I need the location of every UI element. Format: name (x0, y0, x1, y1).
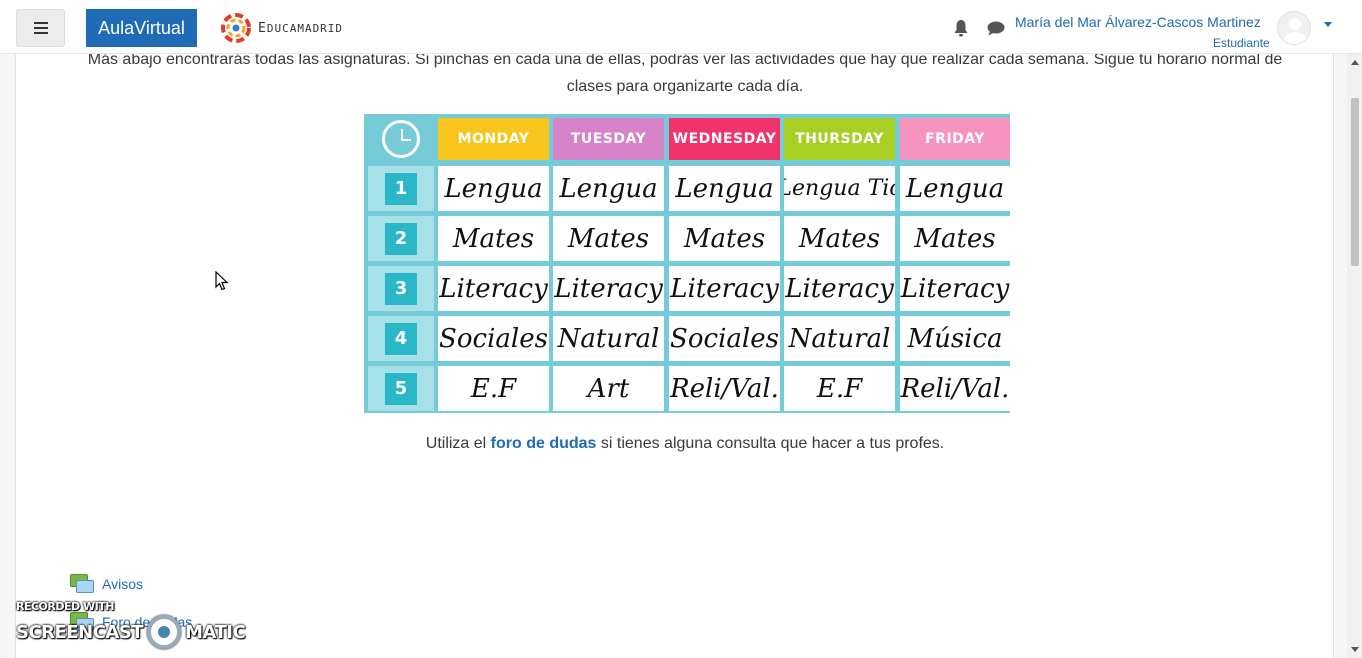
educamadrid-logo[interactable]: EDUCAMADRID (220, 12, 343, 44)
timetable-period: 4 (368, 316, 434, 361)
timetable-day-header: FRIDAY (900, 118, 1010, 160)
timetable-subject: Reli/Val. (900, 366, 1010, 411)
period-number: 2 (385, 222, 417, 255)
screencast-watermark: RECORDED WITH SCREENCAST MATIC (16, 600, 246, 649)
timetable-subject: Lengua (553, 166, 664, 211)
scroll-up-icon[interactable] (1351, 60, 1359, 65)
drawer-toggle-button[interactable] (16, 9, 65, 47)
bell-icon[interactable] (953, 19, 969, 37)
period-number: 5 (385, 372, 417, 405)
mouse-cursor-icon (215, 271, 229, 291)
timetable-subject: E.F (438, 366, 549, 411)
brand-link[interactable]: AulaVirtual (86, 9, 197, 47)
timetable-subject: E.F (784, 366, 895, 411)
watermark-top: RECORDED WITH (16, 600, 114, 613)
timetable-period: 2 (368, 216, 434, 261)
forum-note-before: Utiliza el (425, 435, 491, 452)
timetable-subject: Natural (553, 316, 664, 361)
timetable-image: MONDAY TUESDAY WEDNESDAY THURSDAY FRIDAY 1 2 3 4… (364, 114, 1010, 413)
timetable-subject: Lengua (669, 166, 780, 211)
timetable-day-header: TUESDAY (553, 118, 664, 160)
timetable-subject: Mates (900, 216, 1010, 261)
timetable-subject: Lengua Tic (784, 166, 895, 211)
page-scrollbar[interactable] (1347, 54, 1362, 658)
timetable-subject: Literacy (900, 266, 1010, 311)
educamadrid-logo-icon (221, 13, 251, 43)
watermark-right: MATIC (185, 621, 246, 643)
timetable-day-header: MONDAY (438, 118, 549, 160)
timetable-subject: Art (553, 366, 664, 411)
chat-icon[interactable] (987, 21, 1005, 36)
avatar[interactable] (1277, 11, 1311, 45)
chevron-down-icon[interactable] (1324, 22, 1332, 27)
logo-text: EDUCAMADRID (258, 20, 344, 36)
timetable-day-header: THURSDAY (784, 118, 895, 160)
scroll-thumb[interactable] (1351, 98, 1359, 266)
timetable-subject: Mates (553, 216, 664, 261)
forum-note-after: si tienes alguna consulta que hacer a tu… (596, 435, 945, 452)
top-navbar: AulaVirtual EDUCAMADRID María del Mar Ál… (0, 0, 1362, 54)
timetable-subject: Literacy (669, 266, 780, 311)
timetable-corner (368, 118, 434, 160)
forum-link[interactable]: foro de dudas (491, 435, 597, 452)
timetable-subject: Mates (784, 216, 895, 261)
timetable-subject: Mates (669, 216, 780, 261)
user-role: Estudiante (1213, 36, 1270, 50)
hamburger-icon (33, 22, 48, 34)
timetable-subject: Literacy (784, 266, 895, 311)
timetable-subject: Sociales (669, 316, 780, 361)
timetable-period: 5 (368, 366, 434, 411)
timetable-period: 1 (368, 166, 434, 211)
timetable-subject: Música (900, 316, 1010, 361)
timetable-subject: Lengua (438, 166, 549, 211)
timetable-period: 3 (368, 266, 434, 311)
timetable-subject: Lengua (900, 166, 1010, 211)
activity-label: Avisos (102, 576, 143, 592)
timetable-day-header: WEDNESDAY (669, 118, 780, 160)
user-name[interactable]: María del Mar Álvarez-Cascos Martinez (1015, 14, 1261, 30)
scroll-down-icon[interactable] (1351, 647, 1359, 652)
timetable-subject: Literacy (438, 266, 549, 311)
forum-icon (70, 574, 94, 594)
timetable-subject: Literacy (553, 266, 664, 311)
screencast-logo-icon (147, 615, 182, 649)
activity-avisos[interactable]: Avisos (70, 574, 143, 594)
period-number: 1 (385, 172, 417, 205)
timetable-subject: Sociales (438, 316, 549, 361)
timetable-subject: Mates (438, 216, 549, 261)
timetable-subject: Natural (784, 316, 895, 361)
clock-icon (382, 120, 420, 158)
forum-note: Utiliza el foro de dudas si tienes algun… (70, 435, 1300, 453)
watermark-left: SCREENCAST (16, 621, 144, 643)
timetable-subject: Reli/Val. (669, 366, 780, 411)
period-number: 4 (385, 322, 417, 355)
intro-text: Más abajo encontrarás todas las asignatu… (87, 51, 1283, 95)
period-number: 3 (385, 272, 417, 305)
